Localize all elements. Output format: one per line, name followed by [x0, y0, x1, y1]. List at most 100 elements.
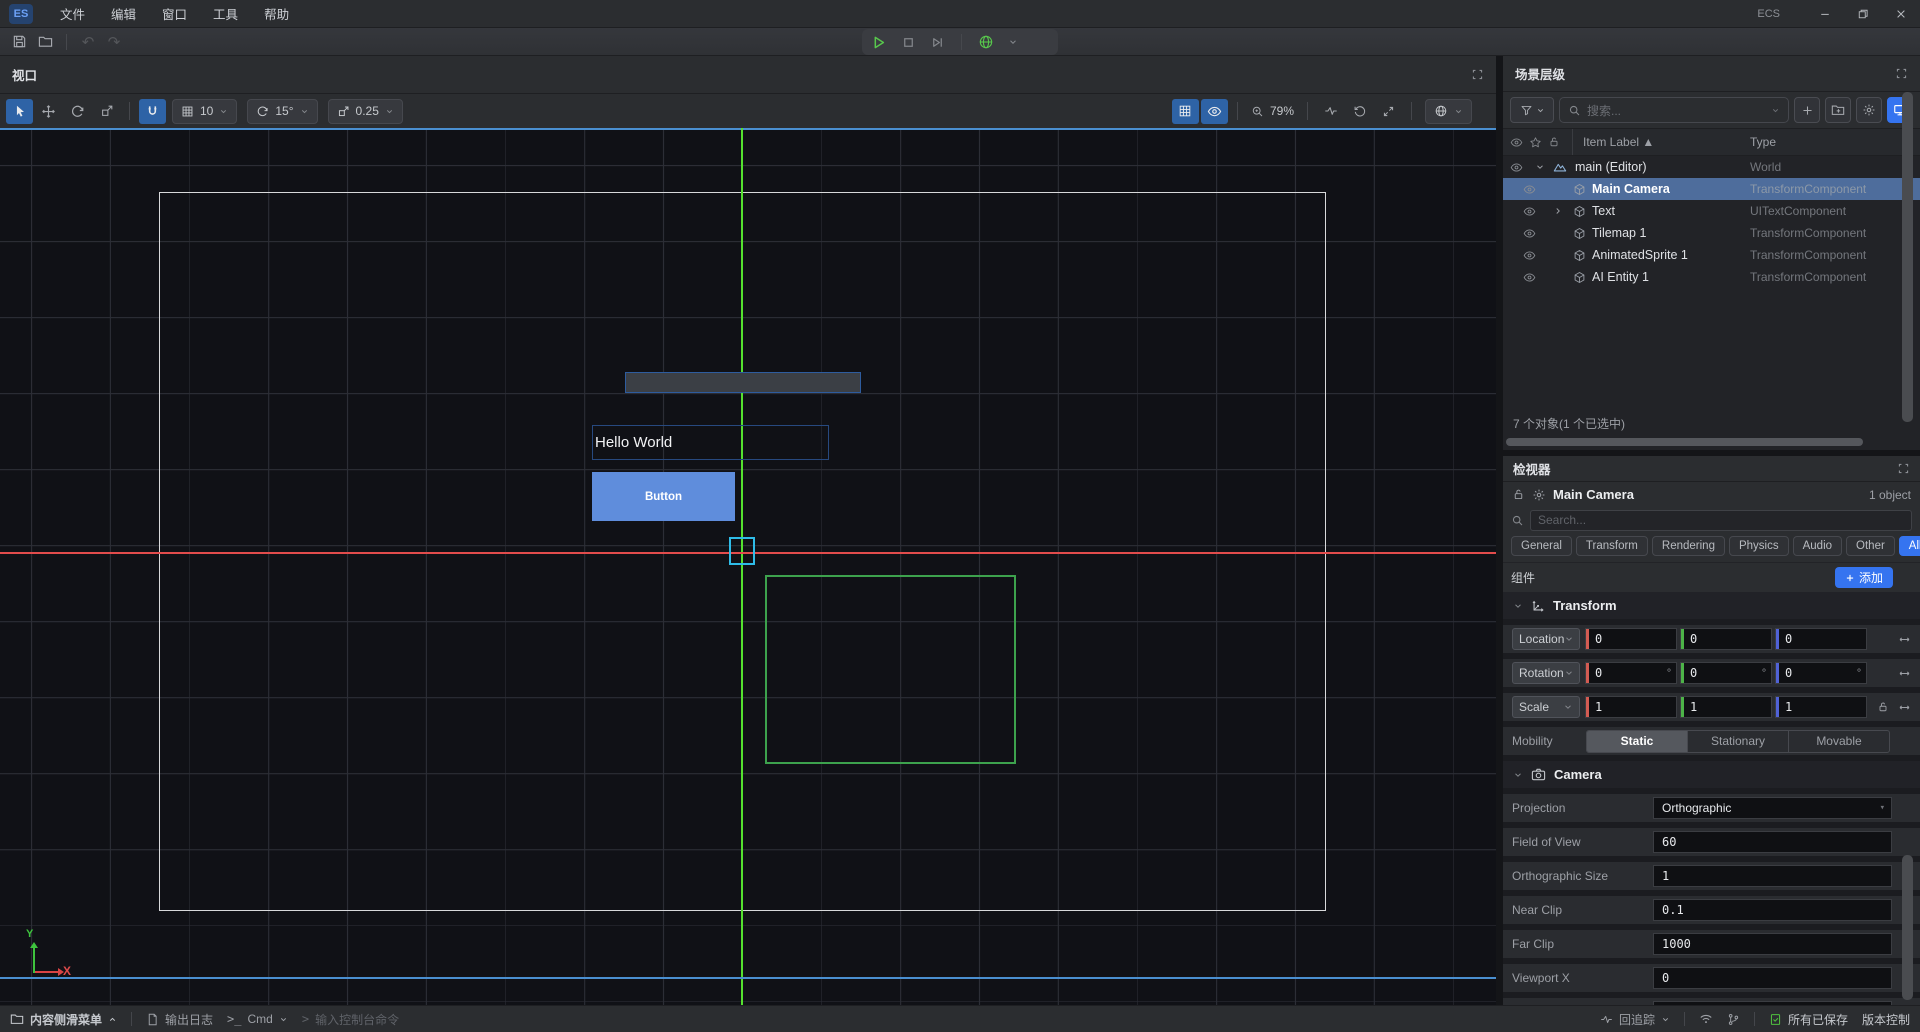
step-icon[interactable] [930, 35, 945, 50]
row-visibility-icon[interactable] [1510, 161, 1523, 174]
scene-canvas[interactable]: Hello World Button Y X [0, 128, 1496, 1005]
menu-item-2[interactable]: 窗口 [149, 0, 200, 28]
save-status[interactable]: 所有已保存 [1769, 1011, 1848, 1028]
fullscreen-icon[interactable] [1375, 99, 1402, 124]
close-button[interactable] [1882, 0, 1920, 28]
visibility-toggle[interactable] [1201, 99, 1228, 124]
viewport-x-input[interactable]: 0 [1653, 967, 1892, 989]
scene-ui-button[interactable]: Button [592, 472, 735, 521]
tab-transform[interactable]: Transform [1576, 536, 1648, 556]
row-visibility-icon[interactable] [1523, 249, 1536, 262]
rotation-snap-dropdown[interactable]: 15° [247, 99, 317, 124]
chevron-down-icon[interactable] [1513, 770, 1523, 780]
chevron-down-icon[interactable] [1008, 37, 1018, 47]
tab-audio[interactable]: Audio [1793, 536, 1842, 556]
branch-status-icon[interactable] [1727, 1013, 1740, 1026]
hierarchy-row[interactable]: main (Editor)World [1503, 156, 1920, 178]
scene-text-node[interactable]: Hello World [592, 425, 829, 460]
menu-item-4[interactable]: 帮助 [251, 0, 302, 28]
redo-icon[interactable]: ↷ [101, 30, 127, 54]
rotate-tool[interactable] [64, 99, 91, 124]
hierarchy-row[interactable]: Tilemap 1TransformComponent [1503, 222, 1920, 244]
scene-green-region[interactable] [765, 575, 1016, 764]
projection-dropdown[interactable]: Orthographic▾ [1653, 797, 1892, 819]
rotation-mode-dropdown[interactable]: Rotation [1512, 662, 1580, 684]
move-tool[interactable] [35, 99, 62, 124]
location-x-input[interactable]: 0 [1585, 628, 1677, 650]
output-log-button[interactable]: 输出日志 [146, 1011, 213, 1028]
scale-mode-dropdown[interactable]: Scale [1512, 696, 1580, 718]
backtrace-dropdown[interactable]: 回追踪 [1600, 1011, 1670, 1028]
scale-x-input[interactable]: 1 [1585, 696, 1677, 718]
location-y-input[interactable]: 0 [1680, 628, 1772, 650]
viewport-expand-icon[interactable] [1471, 68, 1484, 81]
uniform-link-icon[interactable] [1898, 667, 1911, 680]
open-folder-icon[interactable] [32, 30, 58, 54]
camera-section-header[interactable]: Camera [1503, 761, 1920, 788]
add-component-button[interactable]: 添加 [1835, 567, 1893, 588]
hierarchy-row[interactable]: AnimatedSprite 1TransformComponent [1503, 244, 1920, 266]
far-clip-input[interactable]: 1000 [1653, 933, 1892, 955]
rotation-z-input[interactable]: 0° [1775, 662, 1867, 684]
hierarchy-hscrollbar[interactable] [1506, 438, 1863, 446]
transform-section-header[interactable]: Transform [1503, 592, 1920, 619]
panel-divider[interactable] [1496, 56, 1503, 1005]
inspector-expand-icon[interactable] [1897, 462, 1910, 475]
tab-general[interactable]: General [1511, 536, 1572, 556]
rotation-x-input[interactable]: 0° [1585, 662, 1677, 684]
chevron-right-icon[interactable] [1553, 206, 1563, 216]
hierarchy-settings-button[interactable] [1856, 97, 1882, 123]
hierarchy-row[interactable]: Main CameraTransformComponent [1503, 178, 1920, 200]
selected-object-gizmo[interactable] [729, 537, 755, 565]
tab-physics[interactable]: Physics [1729, 536, 1789, 556]
rotation-y-input[interactable]: 0° [1680, 662, 1772, 684]
mobility-static[interactable]: Static [1587, 731, 1687, 752]
content-drawer-button[interactable]: 内容侧滑菜单 [10, 1011, 117, 1028]
minimize-button[interactable] [1806, 0, 1844, 28]
select-tool[interactable] [6, 99, 33, 124]
zoom-level[interactable]: 79% [1247, 99, 1298, 124]
tab-rendering[interactable]: Rendering [1652, 536, 1725, 556]
hierarchy-vscrollbar[interactable] [1902, 92, 1913, 422]
mobility-stationary[interactable]: Stationary [1687, 731, 1788, 752]
inspector-search-input[interactable]: Search... [1530, 510, 1912, 531]
orthographic-size-input[interactable]: 1 [1653, 865, 1892, 887]
network-status-icon[interactable] [1699, 1012, 1713, 1026]
menu-item-0[interactable]: 文件 [47, 0, 98, 28]
add-folder-button[interactable] [1825, 97, 1851, 123]
reset-view-icon[interactable] [1346, 99, 1373, 124]
scale-tool[interactable] [93, 99, 120, 124]
stats-icon[interactable] [1317, 99, 1344, 124]
hierarchy-row[interactable]: TextUITextComponent [1503, 200, 1920, 222]
field-of-view-input[interactable]: 60 [1653, 831, 1892, 853]
grid-snap-dropdown[interactable]: 10 [172, 99, 237, 124]
uniform-link-icon[interactable] [1898, 633, 1911, 646]
row-visibility-icon[interactable] [1523, 271, 1536, 284]
location-z-input[interactable]: 0 [1775, 628, 1867, 650]
add-object-button[interactable] [1794, 97, 1820, 123]
version-control-button[interactable]: 版本控制 [1862, 1011, 1910, 1028]
snap-magnet-tool[interactable] [139, 99, 166, 124]
hierarchy-expand-icon[interactable] [1895, 67, 1908, 80]
hierarchy-row[interactable]: AI Entity 1TransformComponent [1503, 266, 1920, 288]
scale-snap-dropdown[interactable]: 0.25 [328, 99, 403, 124]
menu-item-3[interactable]: 工具 [200, 0, 251, 28]
save-icon[interactable] [6, 30, 32, 54]
grid-toggle[interactable] [1172, 99, 1199, 124]
column-item-label[interactable]: Item Label ▲ [1572, 135, 1654, 149]
near-clip-input[interactable]: 0.1 [1653, 899, 1892, 921]
row-visibility-icon[interactable] [1523, 205, 1536, 218]
play-icon[interactable] [870, 34, 887, 51]
stop-icon[interactable] [901, 35, 916, 50]
tab-all[interactable]: All [1899, 536, 1920, 556]
maximize-button[interactable] [1844, 0, 1882, 28]
viewport-y-input[interactable]: 0 [1653, 1001, 1892, 1005]
globe-icon[interactable] [978, 34, 994, 50]
app-logo[interactable]: ES [9, 4, 33, 24]
scene-panel-bar[interactable] [625, 372, 861, 393]
mobility-movable[interactable]: Movable [1788, 731, 1889, 752]
tab-other[interactable]: Other [1846, 536, 1895, 556]
cmd-dropdown[interactable]: >_ Cmd [227, 1012, 288, 1026]
chevron-down-icon[interactable] [1535, 162, 1545, 172]
location-mode-dropdown[interactable]: Location [1512, 628, 1580, 650]
